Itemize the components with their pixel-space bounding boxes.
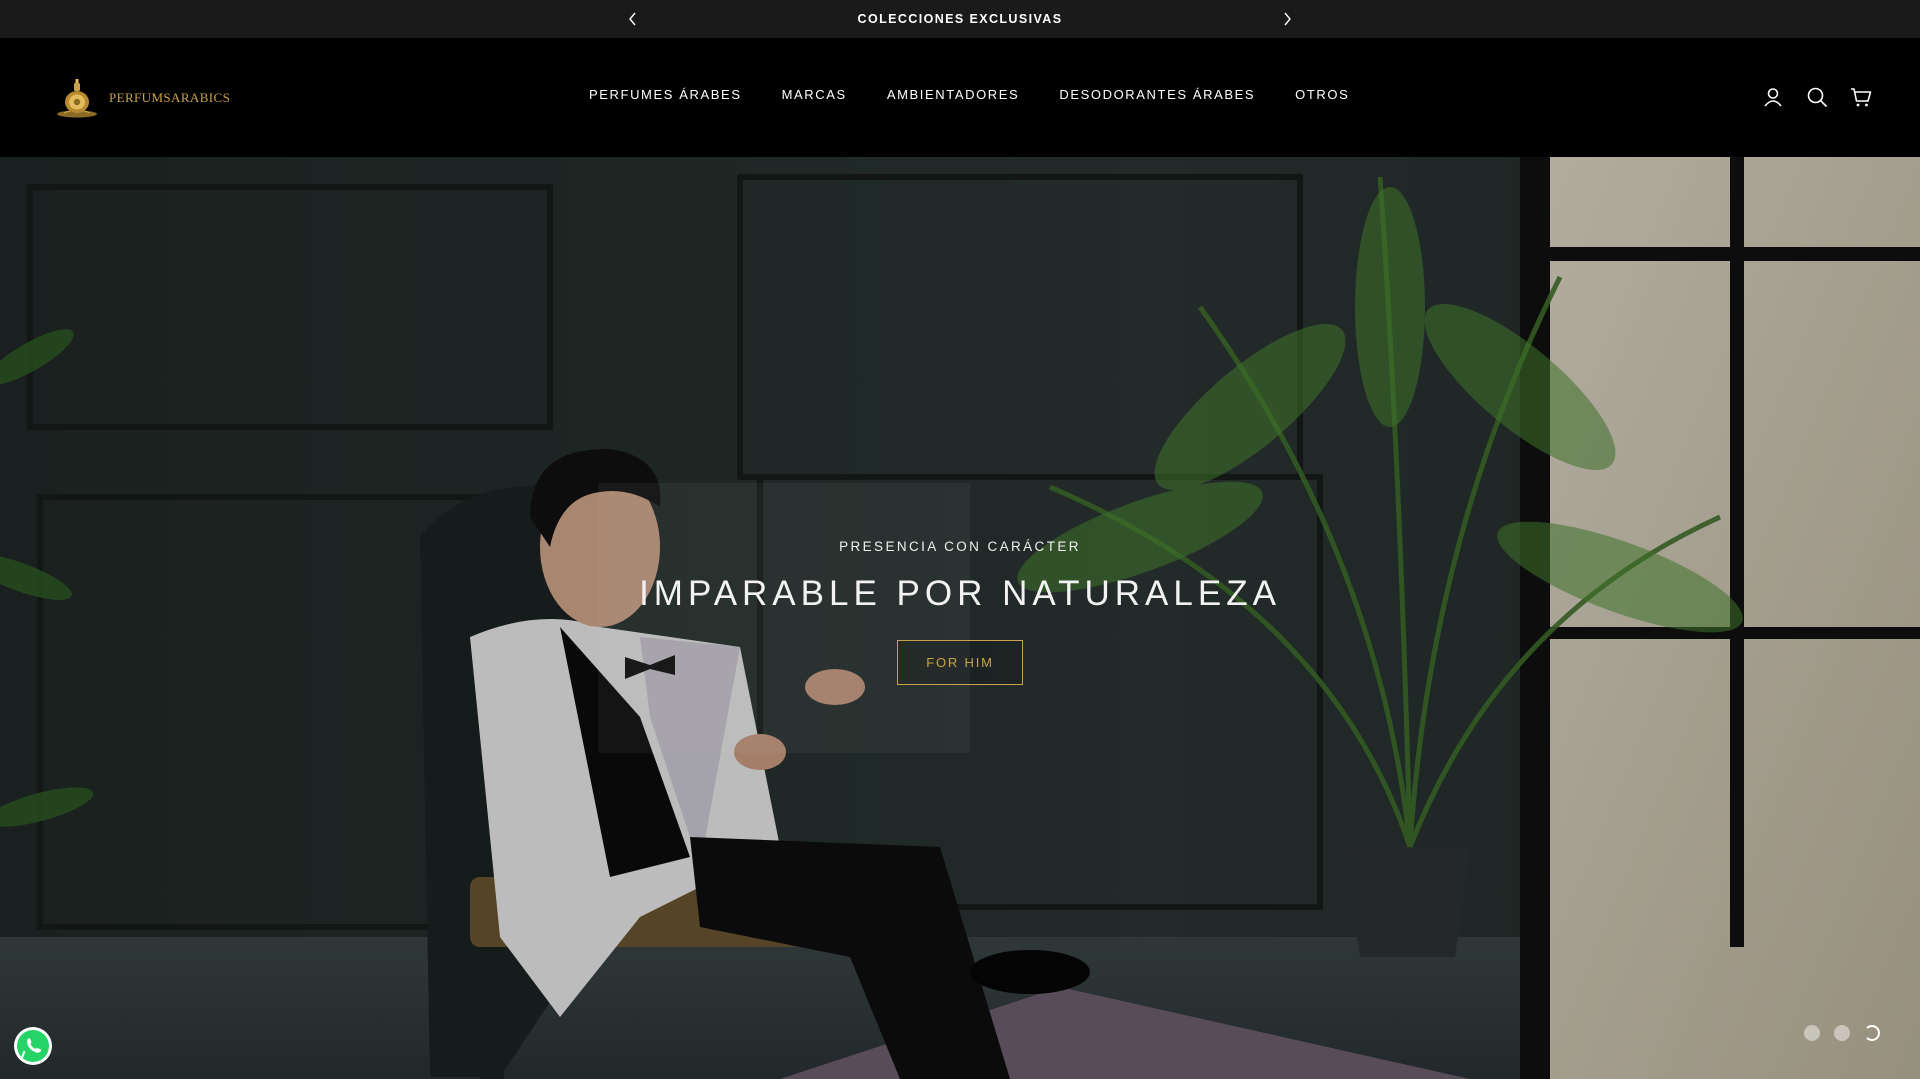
hero-title: IMPARABLE POR NATURALEZA [639,574,1281,613]
header-actions [1762,86,1872,108]
search-icon[interactable] [1806,86,1828,108]
slide-dot-3[interactable] [1864,1025,1880,1041]
announcement-bar: COLECCIONES EXCLUSIVAS [0,0,1920,38]
logo-icon [57,79,97,118]
for-him-button[interactable]: FOR HIM [897,640,1023,685]
site-header: PERFUMSARABICS PERFUMES ÁRABES MARCAS AM… [0,38,1920,157]
announcement-next-button[interactable] [1277,9,1297,29]
hero-slideshow: PRESENCIA CON CARÁCTER IMPARABLE POR NAT… [0,157,1920,1079]
nav-item-perfumes-arabes[interactable]: PERFUMES ÁRABES [589,87,742,102]
brand-name: PERFUMSARABICS [109,90,231,105]
announcement-text[interactable]: COLECCIONES EXCLUSIVAS [858,12,1063,26]
slideshow-pagination [1804,1025,1880,1041]
account-icon[interactable] [1762,86,1784,108]
whatsapp-icon[interactable] [12,1025,54,1067]
chevron-left-icon [629,12,636,26]
slide-dot-2[interactable] [1834,1025,1850,1041]
logo-link[interactable]: PERFUMSARABICS [55,76,230,120]
cart-icon[interactable] [1850,86,1872,108]
nav-item-marcas[interactable]: MARCAS [782,87,847,102]
announcement-prev-button[interactable] [623,9,643,29]
chevron-right-icon [1284,12,1291,26]
slide-dot-1[interactable] [1804,1025,1820,1041]
main-nav: PERFUMES ÁRABES MARCAS AMBIENTADORES DES… [589,87,1349,102]
hero-content: PRESENCIA CON CARÁCTER IMPARABLE POR NAT… [0,539,1920,685]
hero-eyebrow: PRESENCIA CON CARÁCTER [839,539,1081,554]
nav-item-otros[interactable]: OTROS [1295,87,1349,102]
nav-item-ambientadores[interactable]: AMBIENTADORES [887,87,1020,102]
nav-item-desodorantes-arabes[interactable]: DESODORANTES ÁRABES [1059,87,1255,102]
